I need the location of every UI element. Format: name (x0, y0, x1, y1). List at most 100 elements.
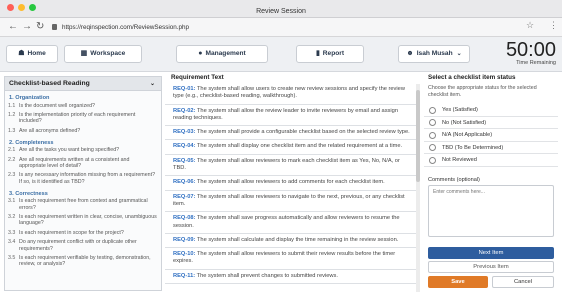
checklist-item-text: Is the document well organized? (19, 102, 95, 109)
chevron-down-icon: ⌄ (456, 51, 462, 57)
status-option[interactable]: Not Reviewed (424, 154, 558, 167)
workspace-button[interactable]: ▦ Workspace (64, 45, 142, 63)
checklist-title: Checklist-based Reading (9, 80, 90, 87)
requirement-row[interactable]: REQ-02: The system shall allow the revie… (165, 105, 420, 127)
status-option-label: TBD (To Be Determined) (442, 144, 504, 151)
previous-item-button[interactable]: Previous Item (428, 261, 554, 273)
checklist-item[interactable]: 2.1 Are all the tasks you want being spec… (5, 146, 161, 155)
app-navbar: ☗ Home ▦ Workspace ● Management ▮ Report ☻ Is… (0, 37, 562, 72)
bar-chart-icon: ▮ (315, 50, 320, 57)
checklist-items: 1. Organization 1.1 Is the document well o… (5, 95, 161, 269)
checklist-item[interactable]: 3.4 Do any requirement conflict with or d… (5, 238, 161, 254)
checklist-item[interactable]: 3.1 Is each requirement free from context… (5, 197, 161, 213)
report-button[interactable]: ▮ Report (296, 45, 364, 63)
requirement-id: REQ-09: (173, 236, 196, 243)
requirement-row[interactable]: REQ-09: The system shall calculate and d… (165, 234, 420, 249)
checklist-item-number: 1.2 (8, 111, 16, 118)
radio-button[interactable] (429, 156, 436, 164)
checklist-item[interactable]: 3.2 Is each requirement written in clear,… (5, 212, 161, 228)
requirement-row[interactable]: REQ-05: The system shall allow reviewers… (165, 155, 420, 177)
home-label: Home (27, 50, 46, 57)
management-button[interactable]: ● Management (176, 45, 268, 63)
checklist-item-text: Is each requirement in scope for the pro… (19, 229, 124, 236)
checklist-item[interactable]: 1.1 Is the document well organized? (5, 101, 161, 110)
checklist-item-number: 1.1 (8, 102, 16, 109)
checklist-item[interactable]: 2.2 Are all requirements written at a con… (5, 155, 161, 171)
save-button[interactable]: Save (428, 276, 488, 288)
status-option-label: Not Reviewed (442, 157, 477, 163)
radio-button[interactable] (429, 106, 436, 114)
radio-button[interactable] (429, 119, 436, 126)
requirement-text: The system shall display one checklist i… (196, 143, 403, 150)
requirement-row[interactable]: REQ-10: The system shall allow reviewers… (165, 248, 420, 270)
status-option[interactable]: N/A (Not Applicable) (424, 129, 558, 142)
browser-menu-icon[interactable]: ⋮ (549, 20, 558, 31)
checklist-item[interactable]: 1.3 Are all acronyms defined? (5, 126, 161, 135)
checklist-item-text: Are all requirements written at a consis… (19, 156, 130, 169)
minimize-window-button[interactable] (18, 4, 25, 11)
reload-icon[interactable]: ↻ (36, 19, 44, 35)
checklist-item-text: Are all the tasks you want being specifi… (19, 147, 120, 154)
radio-button[interactable] (429, 131, 436, 139)
users-icon: ● (198, 50, 203, 57)
requirement-row[interactable]: REQ-04: The system shall display one che… (165, 140, 420, 155)
comments-field[interactable] (428, 184, 554, 237)
lock-icon (52, 24, 57, 30)
requirements-scrollbar-thumb[interactable] (416, 90, 420, 182)
requirement-row[interactable]: REQ-07: The system shall allow reviewers… (165, 191, 420, 213)
home-button[interactable]: ☗ Home (6, 45, 58, 63)
requirement-id: REQ-06: (173, 179, 196, 186)
checklist-dropdown[interactable]: Checklist-based Reading ⌄ (5, 77, 161, 91)
radio-button[interactable] (429, 144, 436, 151)
requirement-text: The system shall allow the review leader… (173, 107, 398, 121)
checklist-item-number: 2.2 (8, 156, 16, 163)
requirements-header: Requirement Text (171, 74, 224, 81)
checklist-item-text: Are all acronyms defined? (19, 127, 81, 134)
checklist-item-number: 2.1 (8, 147, 16, 154)
user-name: Isah Musah (416, 50, 453, 57)
status-option-label: Yes (Satisfied) (442, 107, 478, 113)
requirement-id: REQ-11: (173, 272, 196, 279)
requirement-row[interactable]: REQ-08: The system shall save progress a… (165, 212, 420, 234)
requirement-id: REQ-05: (173, 157, 196, 164)
requirement-row[interactable]: REQ-06: The system shall allow reviewers… (165, 176, 420, 191)
checklist-item[interactable]: 3.3 Is each requirement in scope for the … (5, 228, 161, 237)
requirement-id: REQ-02: (173, 107, 196, 114)
checklist-item-number: 2.3 (8, 172, 16, 179)
checklist-item-text: Is the implementation priority of each r… (19, 111, 136, 125)
address-bar[interactable]: https://reqinspection.com/ReviewSession.… (62, 18, 189, 37)
checklist-item[interactable]: 3.5 Is each requirement verifiable by tes… (5, 254, 161, 270)
report-label: Report (322, 50, 345, 57)
checklist-item[interactable]: 2.3 Is any necessary information missing … (5, 171, 161, 187)
next-item-button[interactable]: Next Item (428, 247, 554, 259)
user-menu-button[interactable]: ☻ Isah Musah ⌄ (398, 45, 470, 63)
checklist-item-number: 3.5 (8, 255, 16, 261)
requirement-row[interactable]: REQ-03: The system shall provide a confi… (165, 126, 420, 141)
forward-icon[interactable]: → (22, 19, 32, 35)
close-window-button[interactable] (7, 4, 14, 11)
chevron-down-icon: ⌄ (149, 81, 155, 87)
maximize-window-button[interactable] (29, 4, 36, 11)
requirements-list: REQ-01: The system shall allow users to … (165, 83, 420, 285)
requirements-panel: Requirement Text REQ-01: The system shal… (165, 72, 420, 295)
bookmark-star-icon[interactable]: ☆ (526, 20, 534, 31)
status-description: Choose the appropriate status for the se… (428, 85, 537, 98)
status-option[interactable]: Yes (Satisfied) (424, 104, 558, 117)
status-option[interactable]: No (Not Satisfied) (424, 117, 558, 129)
timer-label: Time Remaining (516, 60, 556, 66)
requirement-row[interactable]: REQ-11: The system shall prevent changes… (165, 270, 420, 285)
requirement-row[interactable]: REQ-01: The system shall allow users to … (165, 83, 420, 105)
management-label: Management (205, 50, 246, 57)
status-option[interactable]: TBD (To Be Determined) (424, 142, 558, 154)
cancel-button[interactable]: Cancel (492, 276, 554, 288)
status-option-label: No (Not Satisfied) (442, 119, 487, 126)
checklist-item-text: Is each requirement free from context an… (19, 198, 148, 211)
status-option-label: N/A (Not Applicable) (442, 132, 493, 138)
checklist-item-number: 1.3 (8, 127, 16, 134)
requirement-text: The system shall allow users to create n… (173, 86, 405, 100)
requirement-text: The system shall provide a configurable … (196, 129, 410, 136)
checklist-item-number: 3.1 (8, 198, 16, 205)
back-icon[interactable]: ← (8, 19, 18, 35)
checklist-item[interactable]: 1.2 Is the implementation priority of eac… (5, 110, 161, 126)
checklist-item-text: Is any necessary information missing fro… (19, 172, 156, 185)
